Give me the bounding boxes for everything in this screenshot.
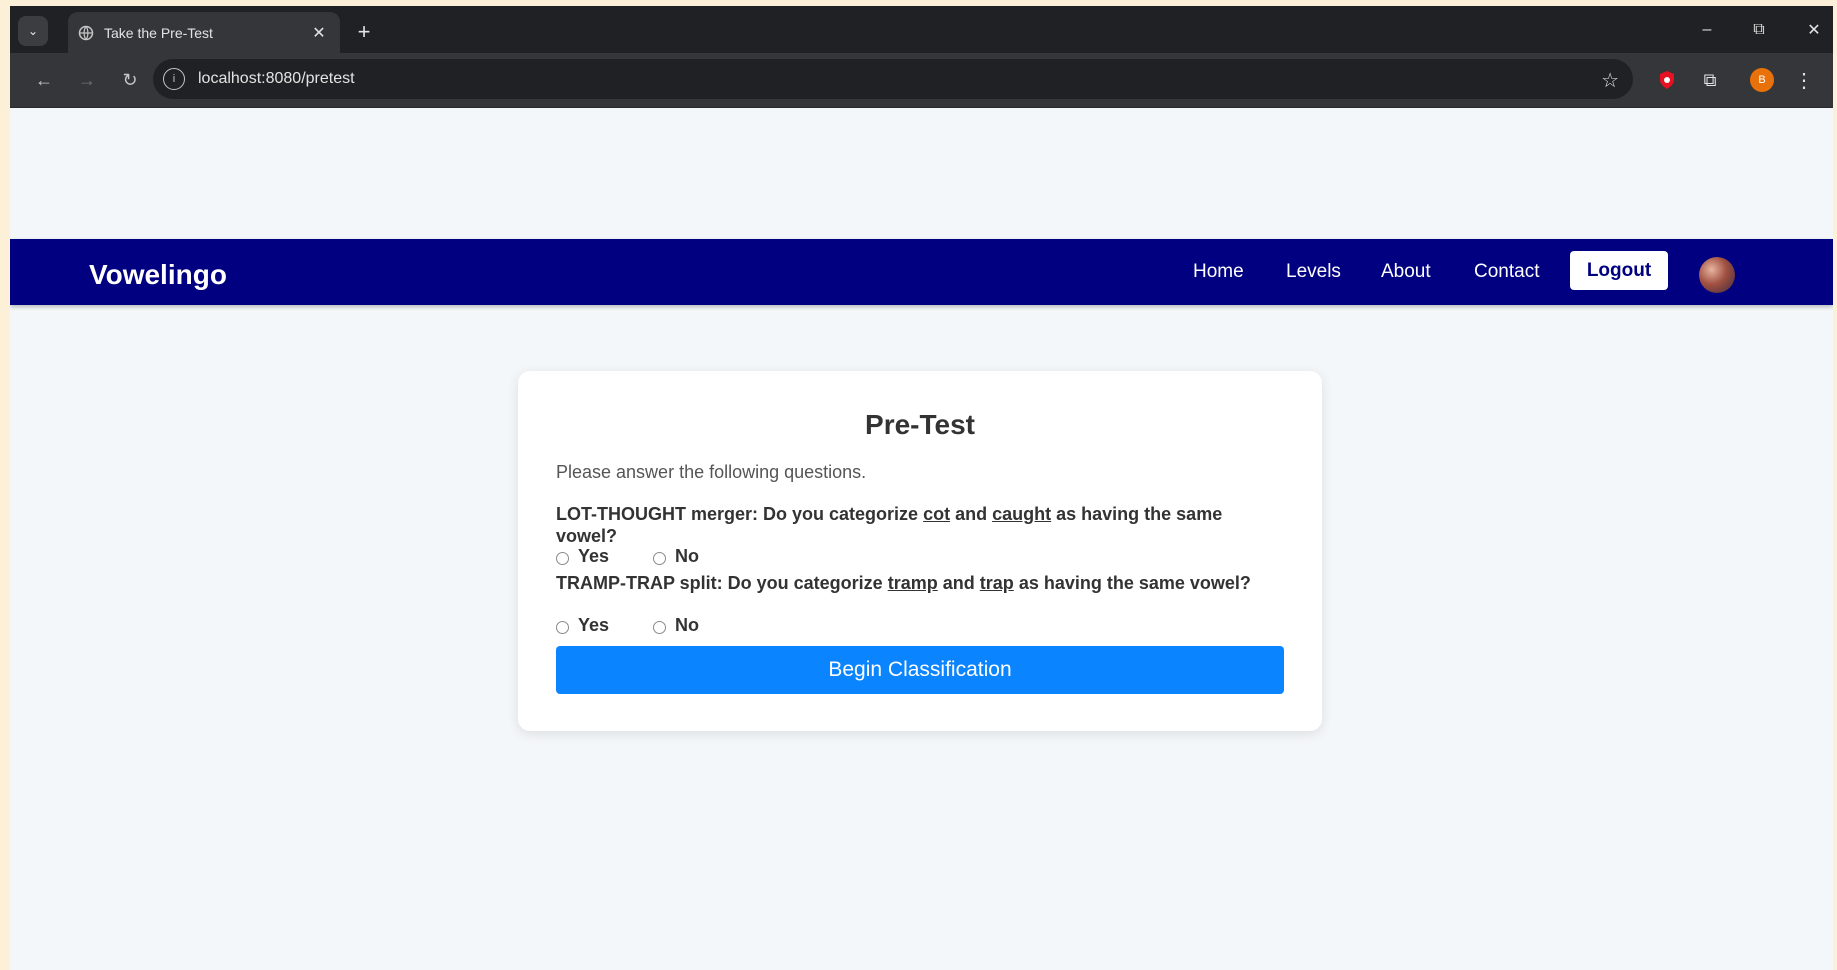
reload-icon[interactable]: ↻ — [116, 66, 144, 94]
browser-toolbar: ← → ↻ i localhost:8080/pretest ☆ ⧉ B ⋮ — [10, 53, 1833, 108]
radio-button[interactable] — [556, 551, 569, 565]
option-yes-lot-thought[interactable]: Yes — [556, 546, 609, 567]
pretest-card: Pre-Test Please answer the following que… — [518, 371, 1322, 731]
browser-tab[interactable]: Take the Pre-Test ✕ — [68, 12, 340, 53]
question-word-1: tramp — [887, 573, 938, 593]
close-window-icon[interactable]: ✕ — [1794, 16, 1833, 44]
brand-logo[interactable]: Vowelingo — [89, 259, 227, 291]
browser-window: ⌄ Take the Pre-Test ✕ + – ⧉ ✕ ← → ↻ i lo… — [10, 6, 1833, 970]
page-title: Pre-Test — [865, 409, 975, 440]
instructions-text: Please answer the following questions. — [556, 462, 867, 482]
forward-arrow-icon[interactable]: → — [73, 66, 101, 94]
tab-title: Take the Pre-Test — [104, 24, 213, 41]
question-prefix: TRAMP-TRAP split: Do you categorize — [556, 573, 883, 593]
radio-button[interactable] — [653, 620, 666, 634]
option-no-lot-thought[interactable]: No — [653, 546, 699, 567]
bookmark-star-icon[interactable]: ☆ — [1601, 68, 1619, 93]
question-lot-thought: LOT-THOUGHT merger: Do you categorize co… — [556, 503, 1276, 547]
profile-avatar-icon[interactable]: B — [1750, 68, 1774, 92]
globe-icon — [78, 25, 94, 41]
nav-link-levels[interactable]: Levels — [1286, 261, 1341, 283]
question-word-2: caught — [992, 504, 1052, 524]
minimize-icon[interactable]: – — [1687, 16, 1727, 44]
option-yes-tramp-trap[interactable]: Yes — [556, 615, 609, 636]
tab-search-icon[interactable]: ⌄ — [18, 16, 48, 46]
new-tab-icon[interactable]: + — [350, 18, 378, 46]
url-text: localhost:8080/pretest — [198, 70, 355, 87]
restore-icon[interactable]: ⧉ — [1739, 16, 1779, 44]
radio-button[interactable] — [556, 620, 569, 634]
option-label: Yes — [578, 615, 610, 635]
begin-classification-button[interactable]: Begin Classification — [556, 646, 1284, 694]
question-word-2: trap — [979, 573, 1014, 593]
logout-button[interactable]: Logout — [1570, 251, 1668, 290]
site-navbar: Vowelingo Home Levels About Contact Logo… — [10, 239, 1833, 305]
close-tab-icon[interactable]: ✕ — [308, 22, 330, 44]
option-label: No — [675, 615, 699, 635]
nav-link-contact[interactable]: Contact — [1474, 261, 1539, 283]
option-no-tramp-trap[interactable]: No — [653, 615, 699, 636]
tab-strip: ⌄ Take the Pre-Test ✕ + – ⧉ ✕ — [10, 6, 1833, 53]
back-arrow-icon[interactable]: ← — [30, 66, 58, 94]
extension-shield-icon[interactable] — [1653, 66, 1681, 94]
nav-link-home[interactable]: Home — [1193, 261, 1244, 283]
radio-button[interactable] — [653, 551, 666, 565]
address-bar[interactable]: i localhost:8080/pretest ☆ — [153, 59, 1633, 99]
question-middle: and — [942, 573, 975, 593]
question-middle: and — [955, 504, 988, 524]
option-label: Yes — [578, 546, 610, 566]
puzzle-extensions-icon[interactable]: ⧉ — [1696, 66, 1724, 94]
question-word-1: cot — [923, 504, 951, 524]
user-avatar[interactable] — [1699, 257, 1735, 293]
site-info-icon[interactable]: i — [163, 68, 185, 90]
option-label: No — [675, 546, 699, 566]
nav-link-about[interactable]: About — [1381, 261, 1431, 283]
question-tramp-trap: TRAMP-TRAP split: Do you categorize tram… — [556, 572, 1276, 594]
question-prefix: LOT-THOUGHT merger: Do you categorize — [556, 504, 919, 524]
kebab-menu-icon[interactable]: ⋮ — [1790, 66, 1818, 94]
question-suffix: as having the same vowel? — [1018, 573, 1251, 593]
